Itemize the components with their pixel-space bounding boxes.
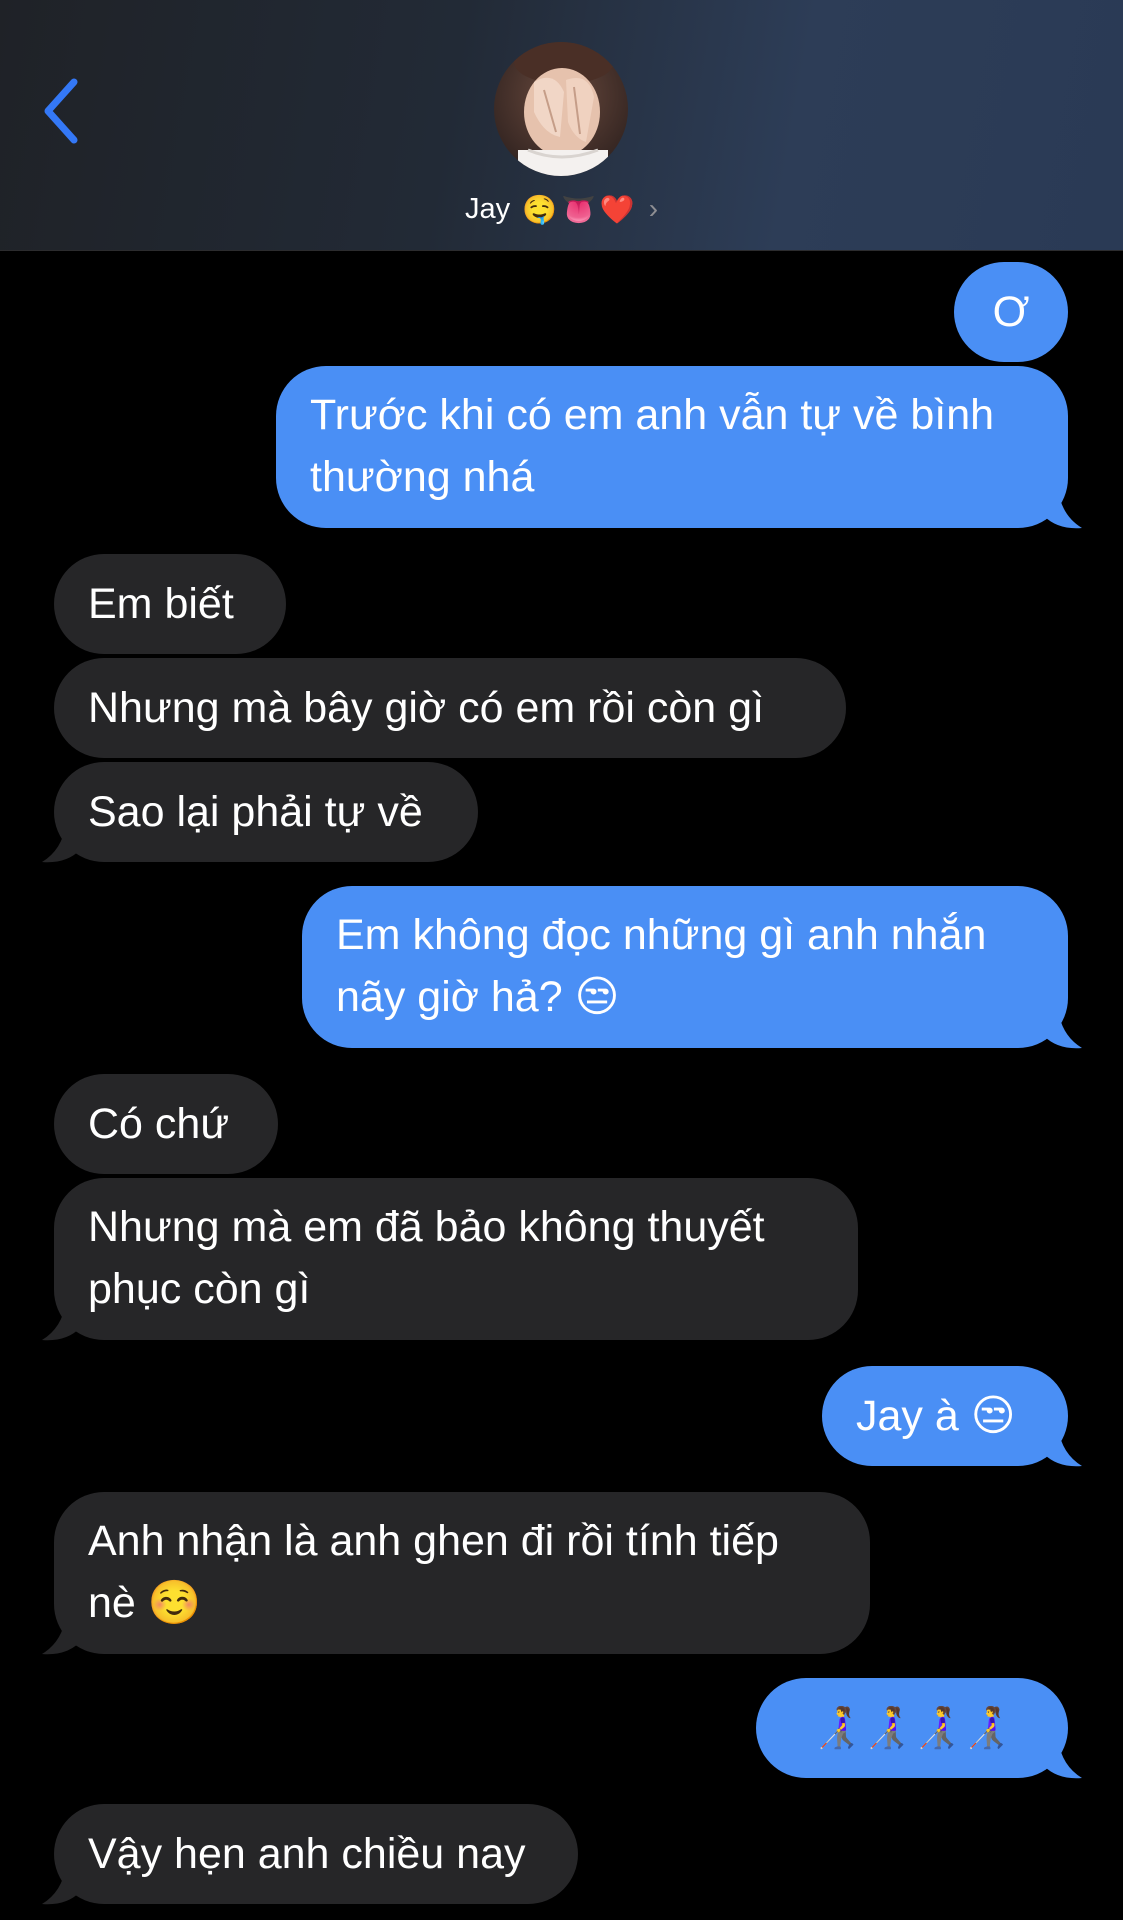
message-text: Trước khi có em anh vẫn tự về bình thườn… <box>310 391 995 501</box>
message-bubble-received[interactable]: Anh nhận là anh ghen đi rồi tính tiếp nè… <box>54 1492 870 1654</box>
message-text: Nhưng mà em đã bảo không thuyết phục còn… <box>88 1203 765 1313</box>
chevron-right-icon: › <box>648 193 659 224</box>
message-bubble-sent[interactable]: 👩‍🦯👩‍🦯👩‍🦯👩‍🦯 <box>756 1678 1068 1778</box>
message-text: Em biết <box>88 580 234 628</box>
message-text: Có chứ <box>88 1100 230 1148</box>
message-bubble-sent[interactable]: Trước khi có em anh vẫn tự về bình thườn… <box>276 366 1068 528</box>
message-text: Vậy hẹn anh chiều nay <box>88 1830 526 1878</box>
message-bubble-received[interactable]: Nhưng mà em đã bảo không thuyết phục còn… <box>54 1178 858 1340</box>
message-bubble-received[interactable]: Sao lại phải tự về <box>54 762 478 862</box>
contact-name-row[interactable]: Jay 🤤👅❤️ › <box>0 184 1123 234</box>
bubble-tail <box>1044 1740 1082 1779</box>
message-text: 👩‍🦯👩‍🦯👩‍🦯👩‍🦯 <box>812 1705 1012 1751</box>
message-bubble-received[interactable]: Em biết <box>54 554 286 654</box>
message-bubble-sent[interactable]: Jay à 😒 <box>822 1366 1068 1466</box>
bubble-tail <box>42 824 80 863</box>
message-text: Sao lại phải tự về <box>88 788 423 836</box>
chevron-left-icon[interactable] <box>40 76 90 146</box>
message-text: Nhưng mà bây giờ có em rồi còn gì <box>88 684 765 732</box>
message-text: Anh nhận là anh ghen đi rồi tính tiếp nè… <box>88 1517 779 1627</box>
avatar[interactable] <box>494 42 628 176</box>
message-bubble-received[interactable]: Nhưng mà bây giờ có em rồi còn gì <box>54 658 846 758</box>
bubble-tail <box>42 1866 80 1905</box>
bubble-tail <box>1044 490 1082 529</box>
conversation-header: Jay 🤤👅❤️ › <box>0 0 1123 251</box>
message-text: Em không đọc những gì anh nhắn nãy giờ h… <box>336 911 987 1021</box>
message-text: Jay à 😒 <box>856 1392 1016 1440</box>
bubble-tail <box>1044 1428 1082 1467</box>
contact-name: Jay <box>464 192 511 225</box>
bubble-tail <box>42 1302 80 1341</box>
message-bubble-received[interactable]: Có chứ <box>54 1074 278 1174</box>
message-bubble-sent[interactable]: Ơ <box>954 262 1068 362</box>
message-bubble-sent[interactable]: Em không đọc những gì anh nhắn nãy giờ h… <box>302 886 1068 1048</box>
contact-name-emojis: 🤤👅❤️ <box>522 192 639 226</box>
message-bubble-received[interactable]: Vậy hẹn anh chiều nay <box>54 1804 578 1904</box>
bubble-tail <box>42 1616 80 1655</box>
message-text: Ơ <box>992 288 1030 336</box>
bubble-tail <box>1044 1010 1082 1049</box>
